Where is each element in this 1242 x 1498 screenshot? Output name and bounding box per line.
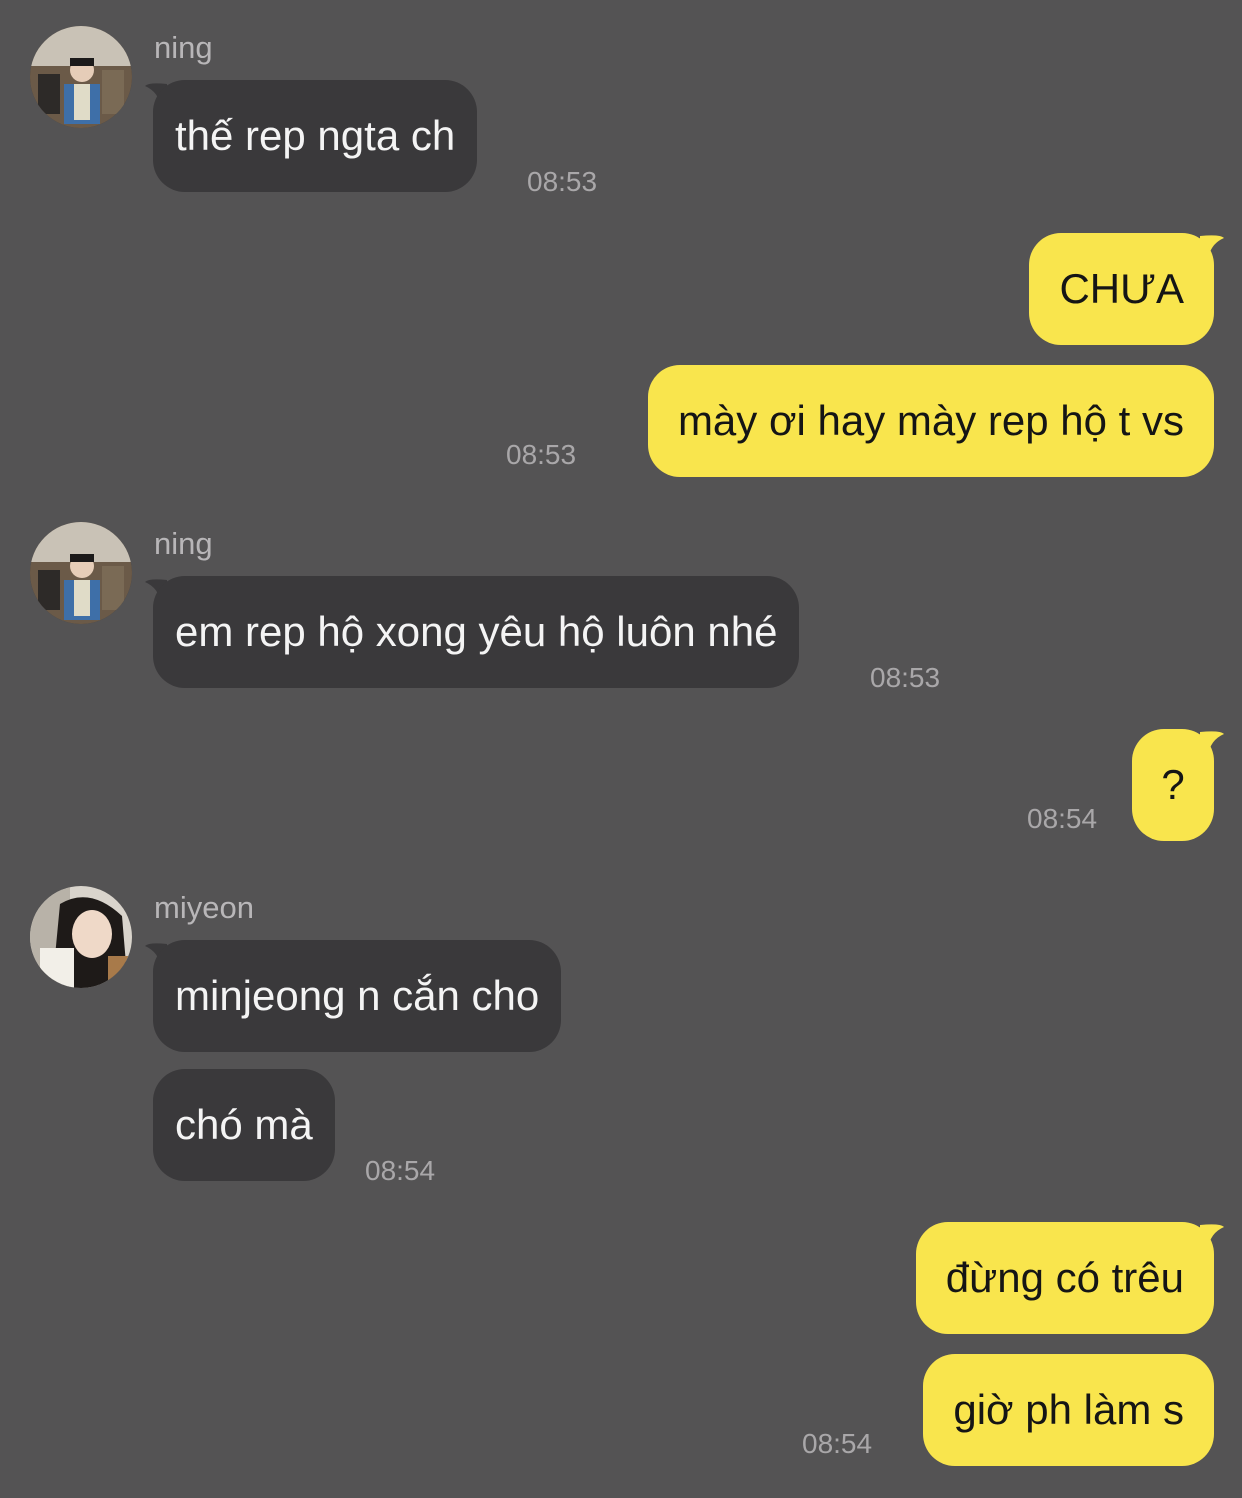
message-bubble-incoming[interactable]: em rep hộ xong yêu hộ luôn nhé [153,576,800,688]
message-text: đừng có trêu [945,1254,1184,1301]
message-bubble-outgoing[interactable]: mày ơi hay mày rep hộ t vs [647,365,1214,477]
message-text: thế rep ngta ch [175,112,456,159]
message-text: minjeong n cắn cho [175,972,540,1019]
message-bubble-incoming[interactable]: minjeong n cắn cho [153,940,562,1052]
message-timestamp: 08:53 [506,439,577,470]
avatar-ning[interactable] [30,522,132,624]
avatar-photo-icon [30,26,132,128]
chat-area[interactable]: ning thế rep ngta ch 08:53 CHƯA mày ơi h… [0,0,1242,1498]
message-timestamp: 08:54 [1027,803,1098,834]
message-bubble-incoming[interactable]: thế rep ngta ch [153,80,478,192]
message-text: CHƯA [1059,265,1184,312]
sender-name: ning [154,526,213,561]
avatar-miyeon[interactable] [30,886,132,988]
message-timestamp: 08:54 [802,1428,873,1459]
sender-name: ning [154,30,213,65]
message-timestamp: 08:54 [365,1155,436,1186]
message-text: ? [1161,761,1185,808]
message-text: chó mà [175,1101,313,1148]
message-bubble-outgoing[interactable]: ? [1132,729,1214,841]
message-text: giờ ph làm s [953,1386,1184,1433]
message-timestamp: 08:53 [527,166,598,197]
message-bubble-outgoing[interactable]: giờ ph làm s [923,1354,1214,1466]
sender-name: miyeon [154,890,254,925]
message-text: em rep hộ xong yêu hộ luôn nhé [175,608,778,655]
message-bubble-outgoing[interactable]: CHƯA [1029,233,1214,345]
avatar-ning[interactable] [30,26,132,128]
message-bubble-outgoing[interactable]: đừng có trêu [915,1222,1214,1334]
message-timestamp: 08:53 [870,662,941,693]
message-text: mày ơi hay mày rep hộ t vs [677,397,1184,444]
avatar-photo-icon [30,886,132,988]
avatar-photo-icon [30,522,132,624]
message-bubble-incoming[interactable]: chó mà [153,1069,335,1181]
